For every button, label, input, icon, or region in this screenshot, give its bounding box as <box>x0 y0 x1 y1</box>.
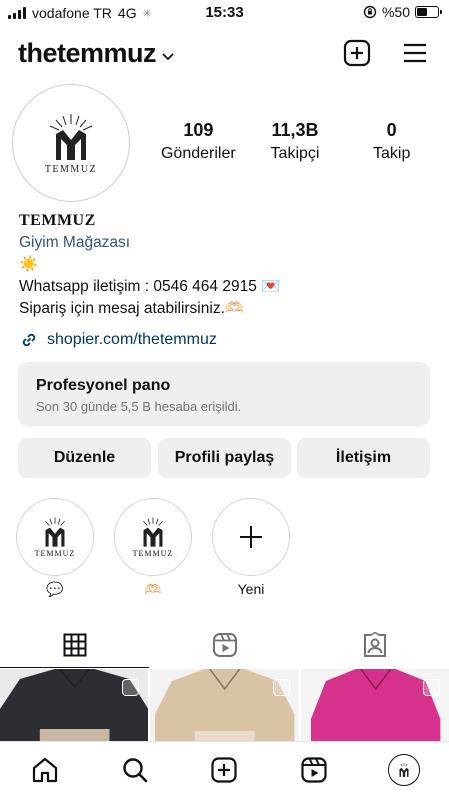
story-highlight[interactable]: TEMMUZ 🫶🏻 <box>114 498 192 598</box>
stat-followers[interactable]: 11,3B Takipçi <box>247 120 344 163</box>
post-thumbnail[interactable] <box>0 669 149 741</box>
tab-grid[interactable] <box>0 622 149 668</box>
share-profile-button[interactable]: Profili paylaş <box>158 438 291 478</box>
highlight-label: Yeni <box>237 581 265 597</box>
reels-icon <box>301 757 327 783</box>
tab-tagged[interactable] <box>300 622 449 668</box>
profile-stats: 109 Gönderiler 11,3B Takipçi 0 Takip <box>150 120 440 163</box>
highlight-ring: TEMMUZ <box>114 498 192 576</box>
nav-home[interactable] <box>27 752 63 788</box>
stat-value: 109 <box>183 120 214 140</box>
create-icon <box>211 757 238 783</box>
link-icon <box>22 333 36 347</box>
dashboard-subtitle: Son 30 günde 5,5 B hesaba erişildi. <box>36 399 242 414</box>
nav-profile[interactable] <box>386 752 422 788</box>
bottom-navigation <box>0 741 449 800</box>
select-checkbox[interactable] <box>122 679 140 696</box>
profile-header: thetemmuz <box>0 34 449 74</box>
highlight-ring: TEMMUZ <box>16 498 94 576</box>
battery-percent: %50 <box>381 4 410 20</box>
highlight-ring <box>212 498 290 576</box>
stat-value: 0 <box>386 120 397 140</box>
stat-label: Takipçi <box>270 145 320 162</box>
profile-tabs <box>0 622 449 668</box>
tab-reels[interactable] <box>150 622 299 668</box>
story-highlight[interactable]: TEMMUZ 💬 <box>16 498 94 598</box>
post-thumbnail[interactable] <box>150 669 299 741</box>
status-right: %50 <box>363 4 442 20</box>
website-link[interactable]: shopier.com/thetemmuz <box>19 330 217 350</box>
profile-avatar <box>388 754 421 786</box>
logo-wordmark: TEMMUZ <box>34 549 76 558</box>
stat-following[interactable]: 0 Takip <box>343 120 440 163</box>
dashboard-title: Profesyonel pano <box>36 377 171 394</box>
highlight-label: 💬 <box>46 581 64 597</box>
temmuz-logo-icon <box>49 113 93 160</box>
highlight-label: 🫶🏻 <box>144 581 162 597</box>
orientation-lock-icon <box>363 5 377 19</box>
status-bar: vodafone TR 4G ✳ 15:33 %50 <box>0 0 449 26</box>
edit-profile-button[interactable]: Düzenle <box>18 438 151 478</box>
tagged-icon <box>363 632 386 657</box>
bio-line-whatsapp: Whatsapp iletişim : 0546 464 2915 💌 <box>19 278 281 295</box>
highlight-cover: TEMMUZ <box>118 502 188 572</box>
nav-create[interactable] <box>206 752 242 788</box>
account-switcher[interactable]: thetemmuz <box>18 38 174 69</box>
temmuz-logo-icon <box>143 517 163 547</box>
contact-button[interactable]: İletişim <box>297 438 430 478</box>
post-grid <box>0 669 449 741</box>
stat-label: Gönderiler <box>160 145 236 162</box>
select-checkbox[interactable] <box>422 679 440 696</box>
nav-search[interactable] <box>117 752 153 788</box>
stat-value: 11,3B <box>271 120 319 140</box>
logo-wordmark: TEMMUZ <box>44 163 98 175</box>
highlight-cover: TEMMUZ <box>20 502 90 572</box>
link-text: shopier.com/thetemmuz <box>47 331 217 348</box>
new-post-icon[interactable] <box>342 38 372 68</box>
professional-dashboard[interactable]: Profesyonel pano Son 30 günde 5,5 B hesa… <box>18 362 430 426</box>
plus-icon <box>240 526 262 548</box>
temmuz-logo-icon <box>399 763 409 777</box>
menu-icon[interactable] <box>400 38 430 68</box>
bio-line-order: Sipariş için mesaj atabilirsiniz.🫶🏻 <box>19 300 245 317</box>
profile-avatar[interactable]: TEMMUZ <box>16 88 126 198</box>
search-icon <box>122 758 147 783</box>
stat-posts[interactable]: 109 Gönderiler <box>150 120 247 163</box>
reels-icon <box>212 633 237 657</box>
grid-icon <box>63 633 86 656</box>
display-name: TEMMUZ <box>19 212 96 229</box>
temmuz-logo-icon <box>45 517 65 547</box>
nav-reels[interactable] <box>296 752 332 788</box>
logo-wordmark: TEMMUZ <box>132 549 174 558</box>
post-thumbnail[interactable] <box>300 669 449 741</box>
bio-line-emoji: ☀️ <box>19 256 39 273</box>
category-label: Giyim Mağazası <box>19 234 131 251</box>
new-highlight[interactable]: Yeni <box>212 498 290 597</box>
home-icon <box>32 757 57 783</box>
chevron-down-icon <box>162 48 174 64</box>
battery-icon <box>415 6 442 18</box>
stat-label: Takip <box>373 145 411 162</box>
select-checkbox[interactable] <box>272 679 290 696</box>
username: thetemmuz <box>18 38 157 68</box>
profile-bio: TEMMUZ Giyim Mağazası ☀️ Whatsapp iletiş… <box>19 210 439 320</box>
